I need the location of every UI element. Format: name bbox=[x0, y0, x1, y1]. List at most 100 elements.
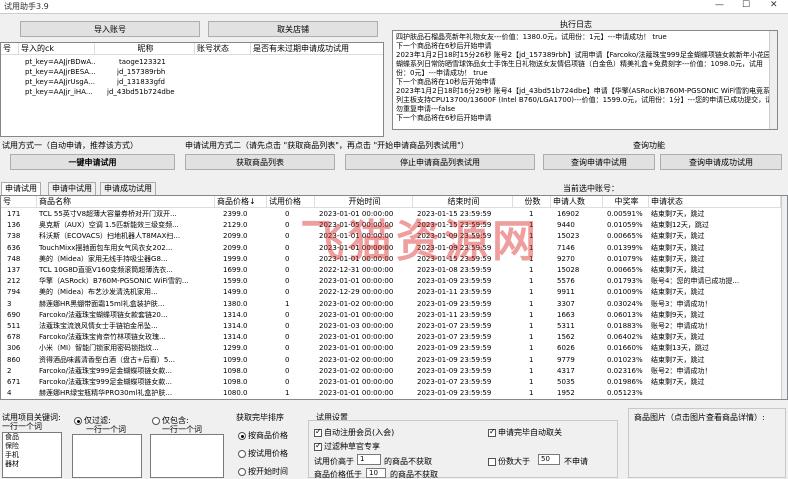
keyword-hint: 一行一个词 bbox=[2, 422, 42, 431]
sort-option-trial-price[interactable]: 按试用价格 bbox=[238, 448, 288, 459]
row-trial-price: 0 bbox=[285, 355, 290, 364]
col-index[interactable]: 号 bbox=[1, 196, 37, 208]
sort-trial-price-label: 按试用价格 bbox=[248, 449, 288, 458]
accounts-col-nick[interactable]: 昵称 bbox=[95, 43, 195, 55]
query-success-button[interactable]: 查询申请成功试用 bbox=[660, 154, 782, 170]
row-status: 结束剩7天，跳过 bbox=[651, 243, 705, 252]
account-ck[interactable]: pt_key=AAJjr_iHA... bbox=[25, 87, 95, 97]
filter-seed-label: 过滤种草官专享 bbox=[324, 442, 380, 451]
accounts-col-status[interactable]: 账号状态 bbox=[195, 43, 251, 55]
sort-price-radio[interactable] bbox=[238, 431, 246, 440]
row-applicants: 4317 bbox=[557, 366, 575, 375]
execution-log[interactable]: 四护肤品石榴晶亮新年礼物女友---价值：1380.0元，试用份：1元】---申请… bbox=[392, 30, 778, 130]
row-status: 结束剩7天，跳过 bbox=[651, 378, 705, 386]
current-account-label: 当前选中账号： bbox=[563, 184, 619, 193]
row-count: 1 bbox=[529, 355, 534, 364]
table-row[interactable]: 671 Farcoko/法蔻珠宝999足金蝴蝶项链女款... 1098.0 0 2023… bbox=[1, 377, 781, 388]
tab-apply[interactable]: 申请试用 bbox=[1, 182, 41, 195]
price-above-label: 试用价高于 bbox=[314, 457, 354, 466]
col-applicants[interactable]: 申请人数 bbox=[551, 196, 603, 208]
row-start-time: 2023-01-01 00:00:00 bbox=[319, 310, 394, 319]
auto-unfollow-checkbox[interactable] bbox=[488, 427, 496, 437]
auto-member-label: 自动注册会员(入会) bbox=[324, 428, 395, 437]
accounts-table[interactable]: 号 导入的ck 昵称 账号状态 是否有未过期申请成功试用 pt_key=AAJj… bbox=[0, 42, 384, 137]
count-above-checkbox[interactable] bbox=[488, 457, 496, 466]
log-scrollbar[interactable] bbox=[769, 31, 777, 129]
log-line: 四护肤品石榴晶亮新年礼物女友---价值：1380.0元，试用份：1元】---申请… bbox=[396, 33, 667, 41]
row-start-time: 2023-01-02 00:00:00 bbox=[319, 366, 394, 375]
only-filter-radio[interactable] bbox=[74, 416, 82, 425]
table-row[interactable]: 690 Farcoko/法蔻珠宝蝴蝶项链女款套链20... 1314.0 0 2023-… bbox=[1, 310, 781, 321]
table-row[interactable]: 306 小米（MI）智能门锁家用密码锁指纹... 1299.0 0 2023-01-01… bbox=[1, 343, 781, 354]
col-price[interactable]: 商品价格↓ bbox=[215, 196, 267, 208]
row-name: TCL 55英寸V8超薄大容量券桥对开门双开... bbox=[39, 210, 177, 218]
keyword-item: 保险 bbox=[5, 442, 19, 450]
sort-trial-price-radio[interactable] bbox=[238, 449, 246, 458]
account-ck[interactable]: pt_key=AAJjrUsgA... bbox=[25, 77, 95, 87]
get-product-list-button[interactable]: 获取商品列表 bbox=[185, 154, 335, 170]
row-end-time: 2023-01-07 23:59:59 bbox=[417, 333, 492, 342]
col-name[interactable]: 商品名称 bbox=[37, 196, 215, 208]
price-above-input[interactable]: 1 bbox=[357, 454, 381, 465]
tab-success[interactable]: 申请成功试用 bbox=[100, 182, 156, 195]
row-win-rate: 0.01009% bbox=[607, 288, 643, 297]
account-nick[interactable]: jd_157389rbh bbox=[117, 67, 197, 77]
product-image-panel[interactable] bbox=[628, 408, 786, 478]
sort-option-start-time[interactable]: 按开始时间 bbox=[238, 466, 288, 477]
col-win-rate[interactable]: 中奖率 bbox=[603, 196, 649, 208]
table-row[interactable]: 511 法蔻珠宝流浪风情女士手链铂金吊坠... 1314.0 0 2023-01-03 … bbox=[1, 321, 781, 332]
price-below-input[interactable]: 10 bbox=[366, 468, 386, 478]
filter-seed-checkbox[interactable] bbox=[314, 441, 322, 451]
row-win-rate: 0.06013% bbox=[607, 310, 643, 319]
row-name: Farcoko/法蔻珠宝肯奈竹林项链女玫瑰... bbox=[39, 333, 166, 342]
filter-seed-option[interactable]: 过滤种草官专享 bbox=[314, 441, 380, 452]
table-row[interactable]: 860 资得酒品味酱清香型白酒（盘古+后裔）5... 1099.0 0 2023-01-… bbox=[1, 355, 781, 366]
table-row[interactable]: 678 Farcoko/法蔻珠宝肯奈竹林项链女玫瑰... 1314.0 0 2023-0… bbox=[1, 332, 781, 343]
maximize-button[interactable]: ☐ bbox=[742, 0, 750, 10]
row-status: 账号2：申请成功！ bbox=[651, 322, 712, 330]
auto-member-checkbox[interactable] bbox=[314, 427, 322, 437]
row-price: 1599.0 bbox=[223, 277, 248, 286]
import-accounts-button[interactable]: 导入账号 bbox=[20, 21, 200, 37]
table-row[interactable]: 4 赫莲娜HR绿宝瓶精华PRO30ml礼盒护肤... 1080.0 1 2023-01-… bbox=[1, 388, 781, 399]
stop-list-apply-button[interactable]: 停止申请商品列表试用 bbox=[345, 154, 535, 170]
account-nick[interactable]: taoge123321 bbox=[119, 57, 199, 67]
auto-member-option[interactable]: 自动注册会员(入会) bbox=[314, 427, 394, 438]
accounts-col-index[interactable]: 号 bbox=[1, 43, 19, 55]
log-line: 2023年1月2日18时15分26秒 账号2【jd_157389rbh】试用申请… bbox=[396, 51, 771, 77]
table-row[interactable]: 2 Farcoko/法蔻珠宝999足金蝴蝶项链女款... 1098.0 0 2023-0… bbox=[1, 366, 781, 377]
row-start-time: 2023-01-01 00:00:00 bbox=[319, 344, 394, 353]
keyword-textarea[interactable]: 食品 保险 手机 器材 bbox=[2, 432, 62, 478]
row-end-time: 2023-01-09 23:59:59 bbox=[417, 355, 492, 364]
table-row[interactable]: 212 华擎（ASRock）B760M-PGSONIC WiFi雪豹... 1599… bbox=[1, 276, 781, 287]
only-filter-textarea[interactable] bbox=[72, 434, 142, 478]
account-nick[interactable]: jd_43bd51b724dbe bbox=[107, 87, 197, 97]
only-include-radio[interactable] bbox=[152, 416, 160, 425]
row-index: 4 bbox=[7, 389, 12, 398]
table-row[interactable]: 794 美的（Midea）布艺沙发清洗机家用... 1499.0 0 2022-12-2… bbox=[1, 287, 781, 298]
row-win-rate: 0.00665% bbox=[607, 266, 643, 274]
table-row[interactable]: 3 赫莲娜HR黑绷带面霜15ml礼盒装护肤... 1380.0 1 2023-01-02… bbox=[1, 299, 781, 310]
title-bar: 试用助手3.9 — ☐ ✕ bbox=[0, 0, 788, 14]
minimize-button[interactable]: — bbox=[715, 0, 724, 10]
sort-start-time-radio[interactable] bbox=[238, 467, 246, 476]
account-ck[interactable]: pt_key=AAJjrBESA... bbox=[25, 67, 95, 77]
unfollow-shops-button[interactable]: 取关店铺 bbox=[208, 21, 378, 37]
col-status[interactable]: 申请状态 bbox=[649, 196, 781, 208]
only-include-textarea[interactable] bbox=[150, 434, 224, 478]
one-click-apply-button[interactable]: 一键申请试用 bbox=[10, 154, 175, 170]
close-button[interactable]: ✕ bbox=[770, 0, 778, 10]
count-above-option[interactable]: 份数大于 bbox=[488, 456, 530, 467]
count-above-input[interactable]: 50 bbox=[538, 454, 560, 465]
account-nick[interactable]: jd_131833gfd bbox=[117, 77, 197, 87]
accounts-col-has-success[interactable]: 是否有未过期申请成功试用 bbox=[251, 43, 383, 55]
row-win-rate: 0.01793% bbox=[607, 277, 643, 286]
auto-unfollow-option[interactable]: 申请完毕自动取关 bbox=[488, 427, 562, 438]
accounts-col-ck[interactable]: 导入的ck bbox=[19, 43, 95, 55]
tab-applying[interactable]: 申请中试用 bbox=[48, 182, 96, 195]
product-table-scrollbar[interactable] bbox=[781, 196, 787, 399]
account-ck[interactable]: pt_key=AAJjrBDwA... bbox=[25, 57, 95, 67]
sort-option-price[interactable]: 按商品价格 bbox=[238, 430, 288, 441]
row-price: 2399.0 bbox=[223, 210, 248, 218]
query-applying-button[interactable]: 查询申请中试用 bbox=[543, 154, 655, 170]
